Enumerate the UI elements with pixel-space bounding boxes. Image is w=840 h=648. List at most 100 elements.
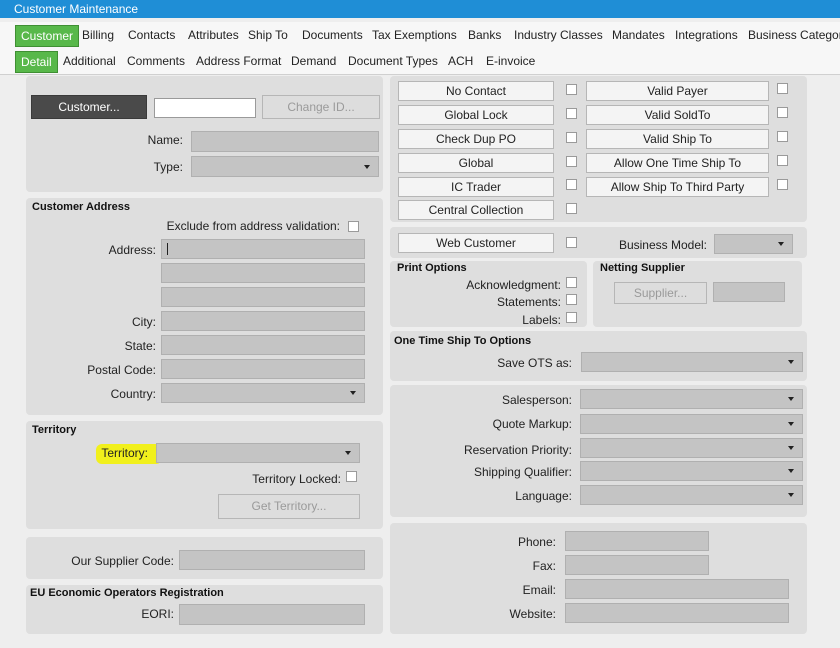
save-ots-label: Save OTS as: xyxy=(497,356,572,370)
get-territory-button[interactable]: Get Territory... xyxy=(218,494,360,519)
postal-code-field[interactable] xyxy=(161,359,365,379)
window-title: Customer Maintenance xyxy=(14,2,139,16)
quote-markup-label: Quote Markup: xyxy=(492,417,572,431)
tab-additional[interactable]: Additional xyxy=(62,52,117,70)
global-checkbox[interactable] xyxy=(566,156,577,167)
labels-checkbox[interactable] xyxy=(566,312,577,323)
ic-trader-checkbox[interactable] xyxy=(566,179,577,190)
tab-documents[interactable]: Documents xyxy=(301,26,364,44)
one-time-ship-to-section-title: One Time Ship To Options xyxy=(394,335,532,347)
website-field[interactable] xyxy=(565,603,789,623)
central-collection-button[interactable]: Central Collection xyxy=(398,200,554,220)
customer-button[interactable]: Customer... xyxy=(31,95,147,119)
acknowledgment-label: Acknowledgment: xyxy=(466,278,561,292)
tab-business-categories[interactable]: Business Categor xyxy=(747,26,840,44)
allow-ship-to-third-party-button[interactable]: Allow Ship To Third Party xyxy=(586,177,769,197)
global-lock-checkbox[interactable] xyxy=(566,108,577,119)
address-label: Address: xyxy=(108,243,156,257)
tab-integrations[interactable]: Integrations xyxy=(674,26,739,44)
name-field[interactable] xyxy=(191,131,379,152)
tab-detail[interactable]: Detail xyxy=(15,51,58,73)
type-dropdown[interactable] xyxy=(191,156,379,177)
check-dup-po-button[interactable]: Check Dup PO xyxy=(398,129,554,149)
website-label: Website: xyxy=(509,607,556,621)
reservation-priority-dropdown[interactable] xyxy=(580,438,803,458)
tab-demand[interactable]: Demand xyxy=(290,52,337,70)
eori-label: EORI: xyxy=(141,607,174,621)
exclude-validation-checkbox[interactable] xyxy=(348,221,359,232)
address-line-3-field[interactable] xyxy=(161,287,365,307)
valid-soldto-button[interactable]: Valid SoldTo xyxy=(586,105,769,125)
acknowledgment-checkbox[interactable] xyxy=(566,277,577,288)
tab-banks[interactable]: Banks xyxy=(467,26,502,44)
fax-field[interactable] xyxy=(565,555,709,575)
tab-address-format[interactable]: Address Format xyxy=(195,52,282,70)
valid-payer-checkbox[interactable] xyxy=(777,83,788,94)
phone-label: Phone: xyxy=(517,535,556,549)
tab-mandates[interactable]: Mandates xyxy=(611,26,666,44)
netting-supplier-section-title: Netting Supplier xyxy=(600,262,685,274)
language-label: Language: xyxy=(515,489,572,503)
change-id-button[interactable]: Change ID... xyxy=(262,95,380,119)
quote-markup-dropdown[interactable] xyxy=(580,414,803,434)
statements-label: Statements: xyxy=(496,295,561,309)
shipping-qualifier-dropdown[interactable] xyxy=(580,461,803,481)
address-line-1-field[interactable] xyxy=(161,239,365,259)
phone-field[interactable] xyxy=(565,531,709,551)
valid-payer-button[interactable]: Valid Payer xyxy=(586,81,769,101)
shipping-qualifier-label: Shipping Qualifier: xyxy=(473,465,572,479)
sub-tab-bar: Detail Additional Comments Address Forma… xyxy=(0,48,840,75)
check-dup-po-checkbox[interactable] xyxy=(566,132,577,143)
salesperson-dropdown[interactable] xyxy=(580,389,803,409)
email-field[interactable] xyxy=(565,579,789,599)
territory-dropdown[interactable] xyxy=(156,443,360,463)
save-ots-dropdown[interactable] xyxy=(581,352,803,372)
tab-ship-to[interactable]: Ship To xyxy=(247,26,289,44)
city-field[interactable] xyxy=(161,311,365,331)
global-button[interactable]: Global xyxy=(398,153,554,173)
country-dropdown[interactable] xyxy=(161,383,365,403)
supplier-button[interactable]: Supplier... xyxy=(614,282,707,304)
tab-document-types[interactable]: Document Types xyxy=(347,52,439,70)
our-supplier-code-field[interactable] xyxy=(179,550,365,570)
supplier-field[interactable] xyxy=(713,282,785,302)
address-line-2-field[interactable] xyxy=(161,263,365,283)
tab-billing[interactable]: Billing xyxy=(81,26,115,44)
language-dropdown[interactable] xyxy=(580,485,803,505)
web-customer-checkbox[interactable] xyxy=(566,237,577,248)
name-label: Name: xyxy=(147,133,183,147)
eori-section-title: EU Economic Operators Registration xyxy=(30,587,224,599)
ic-trader-button[interactable]: IC Trader xyxy=(398,177,554,197)
business-model-dropdown[interactable] xyxy=(714,234,793,254)
allow-one-time-ship-to-button[interactable]: Allow One Time Ship To xyxy=(586,153,769,173)
tab-industry-classes[interactable]: Industry Classes xyxy=(513,26,604,44)
tab-e-invoice[interactable]: E-invoice xyxy=(485,52,536,70)
tab-contacts[interactable]: Contacts xyxy=(127,26,176,44)
tab-comments[interactable]: Comments xyxy=(126,52,186,70)
tab-tax-exemptions[interactable]: Tax Exemptions xyxy=(371,26,458,44)
valid-ship-to-checkbox[interactable] xyxy=(777,131,788,142)
allow-one-time-ship-to-checkbox[interactable] xyxy=(777,155,788,166)
no-contact-checkbox[interactable] xyxy=(566,84,577,95)
eori-field[interactable] xyxy=(179,604,365,625)
territory-section-title: Territory xyxy=(32,424,77,436)
no-contact-button[interactable]: No Contact xyxy=(398,81,554,101)
customer-address-section-title: Customer Address xyxy=(32,201,131,213)
exclude-validation-label: Exclude from address validation: xyxy=(166,219,340,233)
tab-attributes[interactable]: Attributes xyxy=(187,26,240,44)
valid-ship-to-button[interactable]: Valid Ship To xyxy=(586,129,769,149)
country-label: Country: xyxy=(110,387,156,401)
state-field[interactable] xyxy=(161,335,365,355)
print-options-section-title: Print Options xyxy=(397,262,467,274)
statements-checkbox[interactable] xyxy=(566,294,577,305)
global-lock-button[interactable]: Global Lock xyxy=(398,105,554,125)
tab-customer[interactable]: Customer xyxy=(15,25,80,47)
territory-locked-checkbox[interactable] xyxy=(346,471,357,482)
tab-ach[interactable]: ACH xyxy=(447,52,474,70)
customer-id-input[interactable] xyxy=(154,98,256,118)
business-model-label: Business Model: xyxy=(618,238,707,252)
web-customer-button[interactable]: Web Customer xyxy=(398,233,554,253)
valid-soldto-checkbox[interactable] xyxy=(777,107,788,118)
allow-ship-to-third-party-checkbox[interactable] xyxy=(777,179,788,190)
central-collection-checkbox[interactable] xyxy=(566,203,577,214)
